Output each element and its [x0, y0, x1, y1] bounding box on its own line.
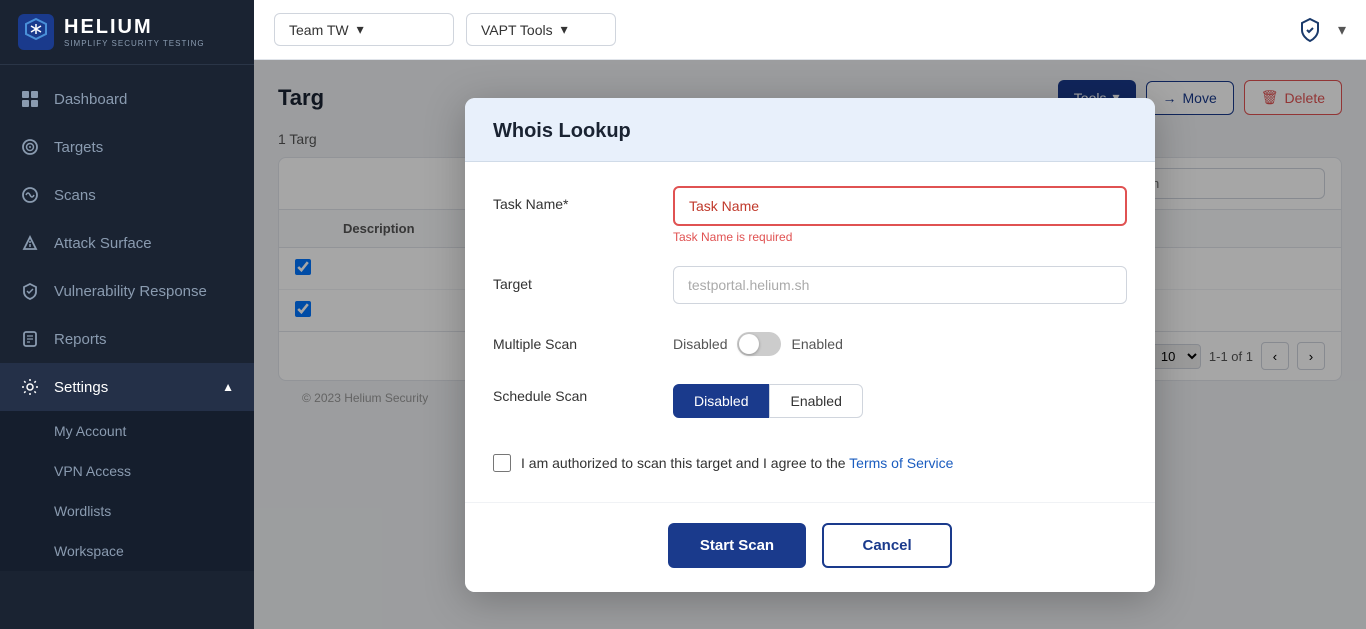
sidebar-item-vpn-access[interactable]: VPN Access	[0, 451, 254, 491]
sidebar-item-label: Dashboard	[54, 91, 127, 108]
task-name-input[interactable]	[673, 186, 1127, 226]
sidebar: HELIUM SIMPLIFY SECURITY TESTING Dashboa…	[0, 0, 254, 629]
schedule-disabled-button[interactable]: Disabled	[673, 384, 769, 418]
sidebar-item-reports[interactable]: Reports	[0, 315, 254, 363]
tools-chevron-icon: ▾	[561, 21, 568, 38]
topbar: Team TW ▾ VAPT Tools ▾ ▾	[254, 0, 1366, 60]
topbar-chevron-icon[interactable]: ▾	[1338, 20, 1346, 40]
sidebar-item-wordlists[interactable]: Wordlists	[0, 491, 254, 531]
start-scan-button[interactable]: Start Scan	[668, 523, 806, 568]
grid-icon	[20, 89, 40, 109]
modal-header: Whois Lookup	[465, 98, 1155, 162]
terms-row: I am authorized to scan this target and …	[493, 440, 1127, 478]
sidebar-item-my-account[interactable]: My Account	[0, 411, 254, 451]
logo-tagline: SIMPLIFY SECURITY TESTING	[64, 39, 205, 48]
target-icon	[20, 137, 40, 157]
task-name-row: Task Name* Task Name is required	[493, 186, 1127, 244]
multiple-scan-toggle[interactable]	[737, 332, 781, 356]
task-name-error: Task Name is required	[673, 230, 1127, 244]
team-selector[interactable]: Team TW ▾	[274, 13, 454, 46]
team-value: Team TW	[289, 22, 349, 38]
target-row: Target	[493, 266, 1127, 304]
reports-icon	[20, 329, 40, 349]
modal-body: Task Name* Task Name is required Target	[465, 162, 1155, 502]
logo-name: HELIUM	[64, 16, 205, 39]
sidebar-item-scans[interactable]: Scans	[0, 171, 254, 219]
task-name-field: Task Name is required	[673, 186, 1127, 244]
settings-icon	[20, 377, 40, 397]
toggle-thumb	[739, 334, 759, 354]
terms-checkbox[interactable]	[493, 454, 511, 472]
sidebar-item-workspace[interactable]: Workspace	[0, 531, 254, 571]
topbar-right: ▾	[1292, 12, 1346, 48]
schedule-group: Disabled Enabled	[673, 378, 863, 418]
cancel-button[interactable]: Cancel	[822, 523, 952, 568]
main-content: Team TW ▾ VAPT Tools ▾ ▾ Targ Tools ▾ →	[254, 0, 1366, 629]
multiple-scan-row: Multiple Scan Disabled Enabled	[493, 326, 1127, 356]
target-field	[673, 266, 1127, 304]
attack-icon	[20, 233, 40, 253]
vuln-icon	[20, 281, 40, 301]
modal-title: Whois Lookup	[493, 120, 1127, 143]
sidebar-nav: Dashboard Targets Scans Attack Surface	[0, 65, 254, 629]
sidebar-item-vulnerability-response[interactable]: Vulnerability Response	[0, 267, 254, 315]
chevron-up-icon: ▲	[222, 380, 234, 394]
sidebar-item-label: Reports	[54, 331, 107, 348]
logo-text: HELIUM SIMPLIFY SECURITY TESTING	[64, 16, 205, 48]
modal-footer: Start Scan Cancel	[465, 502, 1155, 592]
toggle-group: Disabled Enabled	[673, 326, 843, 356]
toggle-disabled-label: Disabled	[673, 336, 727, 352]
team-chevron-icon: ▾	[357, 21, 364, 38]
sidebar-item-label: Targets	[54, 139, 103, 156]
sidebar-item-settings[interactable]: Settings ▲	[0, 363, 254, 411]
sidebar-item-label: Settings	[54, 379, 108, 396]
schedule-scan-label: Schedule Scan	[493, 378, 653, 404]
target-input[interactable]	[673, 266, 1127, 304]
toggle-enabled-label: Enabled	[791, 336, 842, 352]
multiple-scan-label: Multiple Scan	[493, 326, 653, 352]
sidebar-logo: HELIUM SIMPLIFY SECURITY TESTING	[0, 0, 254, 65]
tools-selector[interactable]: VAPT Tools ▾	[466, 13, 616, 46]
scan-icon	[20, 185, 40, 205]
tools-value: VAPT Tools	[481, 22, 553, 38]
terms-label: I am authorized to scan this target and …	[521, 455, 953, 471]
terms-of-service-link[interactable]: Terms of Service	[849, 455, 953, 471]
sidebar-item-targets[interactable]: Targets	[0, 123, 254, 171]
schedule-enabled-button[interactable]: Enabled	[769, 384, 862, 418]
sidebar-item-label: Attack Surface	[54, 235, 152, 252]
page-content: Targ Tools ▾ → Move 🗑 Delete 1 Targ	[254, 60, 1366, 629]
settings-submenu: My Account VPN Access Wordlists Workspac…	[0, 411, 254, 571]
helium-logo-icon	[18, 14, 54, 50]
sidebar-item-dashboard[interactable]: Dashboard	[0, 75, 254, 123]
whois-lookup-modal: Whois Lookup Task Name* Task Name is req…	[465, 98, 1155, 592]
target-label: Target	[493, 266, 653, 292]
sidebar-item-label: Vulnerability Response	[54, 283, 207, 300]
schedule-scan-row: Schedule Scan Disabled Enabled	[493, 378, 1127, 418]
shield-icon[interactable]	[1292, 12, 1328, 48]
sidebar-item-attack-surface[interactable]: Attack Surface	[0, 219, 254, 267]
task-name-label: Task Name*	[493, 186, 653, 212]
sidebar-item-label: Scans	[54, 187, 96, 204]
modal-overlay: Whois Lookup Task Name* Task Name is req…	[254, 60, 1366, 629]
